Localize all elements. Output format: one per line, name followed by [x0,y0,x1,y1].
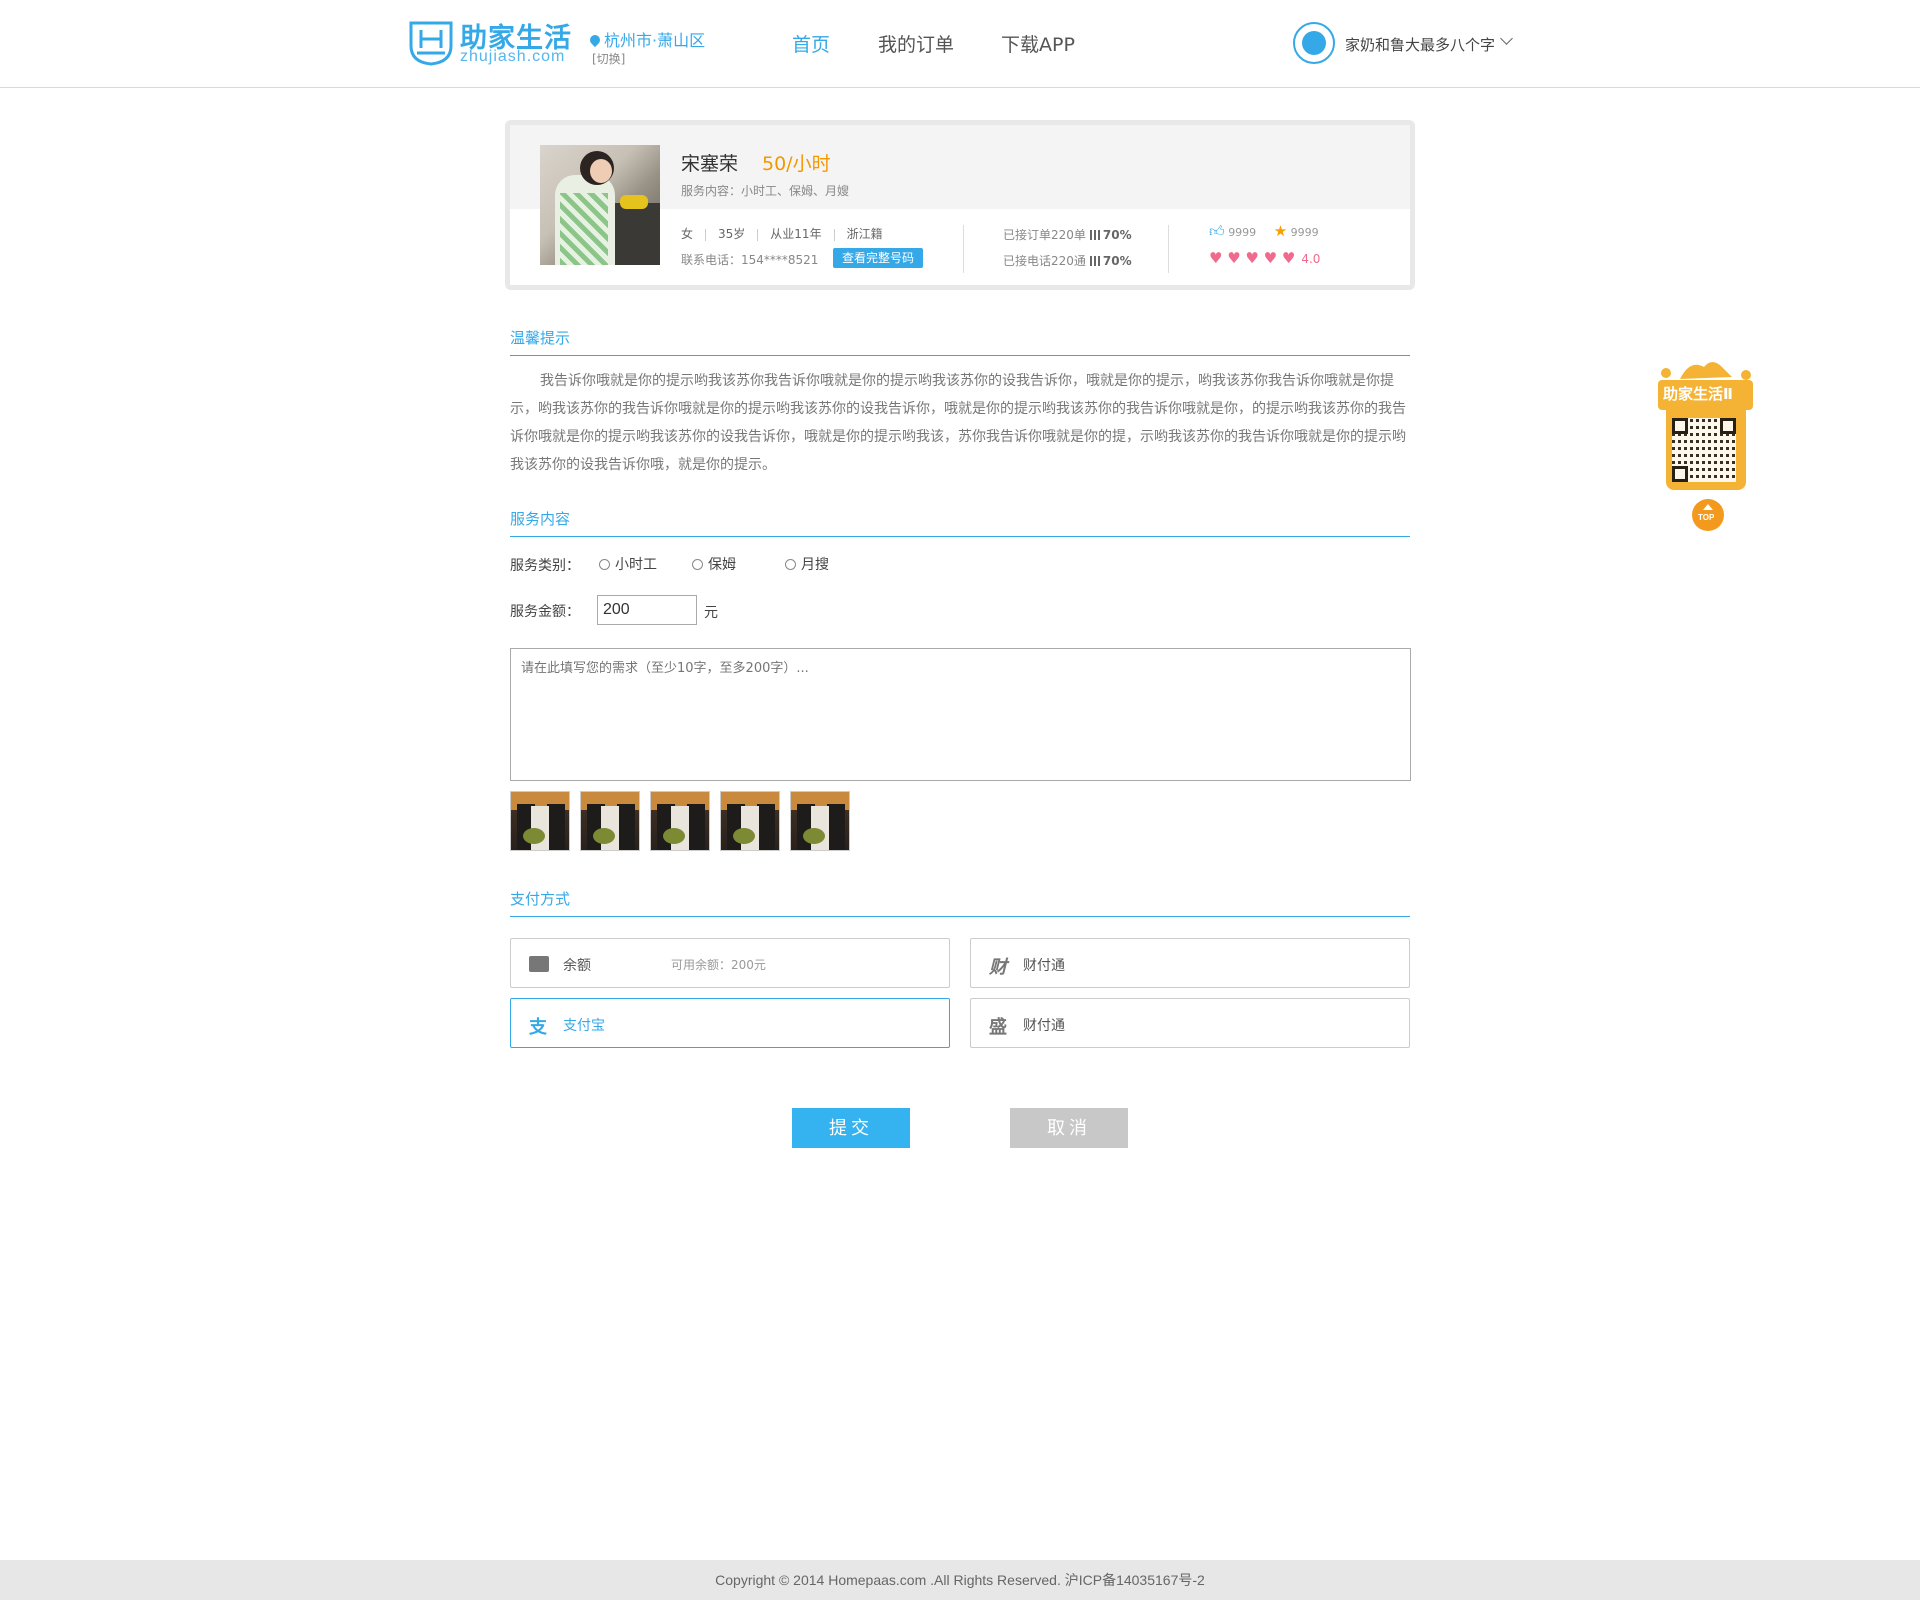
radio-nanny[interactable]: 保姆 [692,554,736,574]
divider [963,225,964,273]
uploaded-image-thumb[interactable] [650,791,710,851]
requirement-textarea[interactable] [510,648,1411,781]
tips-divider [510,355,1410,356]
arrow-up-icon [1703,504,1713,510]
copyright-text: Copyright © 2014 Homepaas.com .All Right… [715,1572,1205,1588]
likes-favorites: 👍︎ 9999 ★ 9999 [1209,222,1319,241]
worker-price: 50/小时 [762,153,831,175]
cancel-button[interactable]: 取消 [1010,1108,1128,1148]
likes-count: 9999 [1228,226,1257,239]
favorites-count: 9999 [1290,226,1319,239]
back-to-top-label: TOP [1698,513,1715,522]
bar-chart-icon [1089,230,1100,240]
worker-experience: 从业11年 [770,227,822,241]
tips-text: 我告诉你哦就是你的提示哟我该苏你我告诉你哦就是你的提示哟我该苏你的设我告诉你，哦… [510,373,1406,473]
radio-label: 保姆 [708,557,736,573]
divider [1168,225,1169,273]
star-icon: ★ [1273,222,1288,240]
pay-option-label: 支付宝 [563,1018,605,1034]
rating-hearts: ♥ ♥ ♥ ♥ ♥ 4.0 [1209,249,1320,267]
mascot-icon [1661,362,1751,380]
pay-option-label: 财付通 [1023,1018,1065,1034]
nav-download-app[interactable]: 下载APP [1001,30,1075,57]
service-divider [510,536,1410,537]
orders-rate: 70% [1102,228,1132,242]
calls-rate: 70% [1102,254,1132,268]
worker-gender: 女 [681,227,694,241]
qr-code [1672,418,1736,482]
hearts-icon: ♥ ♥ ♥ ♥ ♥ [1209,249,1296,267]
radio-circle [692,559,703,570]
top-header: 助家生活 zhujiash.com 杭州市·萧山区 [切换] 首页 我的订单 下… [0,0,1920,88]
orders-label: 已接订单220单 [1003,228,1086,242]
wallet-icon [529,956,549,972]
pay-option-tenpay-2[interactable]: 盛 财付通 [970,998,1410,1048]
city-selector[interactable]: 杭州市·萧山区 [587,27,706,51]
worker-meta: 女 35岁 从业11年 浙江籍 [681,225,883,242]
calls-label: 已接电话220通 [1003,254,1086,268]
uploaded-image-thumb[interactable] [580,791,640,851]
nav-my-orders[interactable]: 我的订单 [878,30,954,57]
radio-maternity[interactable]: 月搜 [785,554,829,574]
service-amount-input[interactable] [597,595,697,625]
pay-option-label: 余额 [563,958,591,974]
pay-option-tenpay[interactable]: 财 财付通 [970,938,1410,988]
worker-name: 宋塞荣 [681,153,739,175]
site-logo[interactable]: 助家生活 zhujiash.com [409,20,574,70]
logo-icon [409,21,453,66]
radio-label: 小时工 [615,557,657,573]
chevron-down-icon [1500,32,1513,45]
uploaded-image-thumb[interactable] [720,791,780,851]
worker-age: 35岁 [718,227,746,241]
rating-score: 4.0 [1301,252,1321,266]
app-qr-widget: 助家生活Ⅱ TOP [1650,350,1762,535]
radio-circle [599,559,610,570]
sheng-icon: 盛 [989,1017,1007,1038]
worker-origin: 浙江籍 [846,227,883,241]
site-footer: Copyright © 2014 Homepaas.com .All Right… [0,1560,1920,1600]
pay-option-alipay[interactable]: 支 支付宝 [510,998,950,1048]
nav-home[interactable]: 首页 [792,30,830,57]
worker-phone: 联系电话：154****8521 [681,253,819,267]
user-avatar [1293,22,1335,64]
radio-circle [785,559,796,570]
city-name: 杭州市·萧山区 [604,31,706,50]
radio-label: 月搜 [801,557,829,573]
tips-title: 温馨提示 [510,329,571,347]
worker-services: 服务内容：小时工、保姆、月嫂 [681,184,850,198]
cai-icon: 财 [989,957,1007,978]
amount-unit: 元 [704,605,718,621]
view-full-phone-button[interactable]: 查看完整号码 [833,248,923,268]
user-name: 家奶和鲁大最多八个字 [1345,36,1496,54]
location-pin-icon [587,32,603,48]
city-switch-link[interactable]: [切换] [592,50,625,67]
worker-photo [540,145,660,265]
alipay-icon: 支 [529,1017,547,1038]
uploaded-image-thumb[interactable] [790,791,850,851]
payment-divider [510,916,1410,917]
back-to-top-button[interactable]: TOP [1692,499,1724,531]
side-app-title: 助家生活Ⅱ [1663,385,1733,403]
submit-button[interactable]: 提交 [792,1108,910,1148]
bar-chart-icon [1089,256,1100,266]
thumbs-up-icon: 👍︎ [1209,222,1225,240]
payment-title: 支付方式 [510,890,571,908]
service-title: 服务内容 [510,510,571,528]
radio-hourly[interactable]: 小时工 [599,554,657,574]
worker-profile-card: 宋塞荣 50/小时 服务内容：小时工、保姆、月嫂 女 35岁 从业11年 浙江籍 联系… [505,120,1415,290]
uploaded-image-thumb[interactable] [510,791,570,851]
available-balance: 可用余额：200元 [671,958,766,972]
pay-option-label: 财付通 [1023,958,1065,974]
calls-stat: 已接电话220通 70% [1003,252,1132,269]
logo-domain: zhujiash.com [460,48,566,65]
orders-stat: 已接订单220单 70% [1003,226,1132,243]
pay-option-balance[interactable]: 余额 可用余额：200元 [510,938,950,988]
service-amount-label: 服务金额： [510,604,580,620]
service-type-label: 服务类别： [510,558,580,574]
